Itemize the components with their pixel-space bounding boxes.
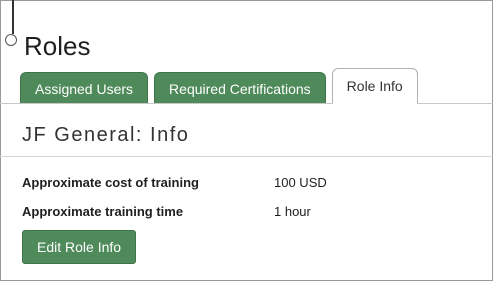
tab-assigned-users[interactable]: Assigned Users: [20, 72, 149, 104]
info-label: Approximate training time: [22, 204, 184, 219]
section-divider: [0, 156, 493, 157]
tab-required-certifications[interactable]: Required Certifications: [154, 72, 326, 104]
page-title: Roles: [24, 31, 91, 61]
tab-bar: Assigned Users Required Certifications R…: [20, 68, 424, 104]
edit-role-info-button[interactable]: Edit Role Info: [22, 230, 137, 264]
tab-role-info[interactable]: Role Info: [331, 68, 418, 104]
section-title: JF General: Info: [22, 124, 190, 146]
timeline-line: [12, 0, 14, 34]
info-row-time: Approximate training time 1 hour: [22, 204, 311, 219]
info-value: 100 USD: [274, 175, 327, 190]
info-label: Approximate cost of training: [22, 175, 199, 190]
info-value: 1 hour: [274, 204, 311, 219]
info-row-cost: Approximate cost of training 100 USD: [22, 175, 327, 190]
tab-underline: [0, 103, 493, 104]
timeline-node-icon: [5, 34, 17, 46]
